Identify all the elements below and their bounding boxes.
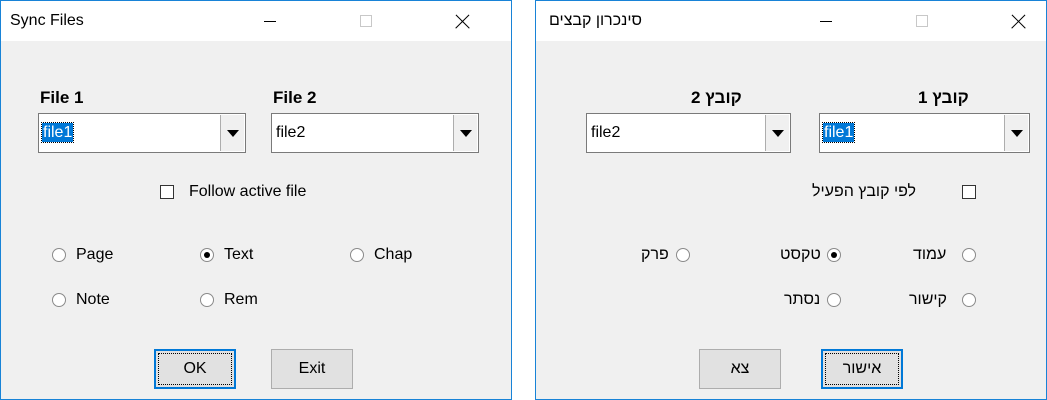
follow-active-checkbox[interactable] [962, 185, 976, 199]
radio-chap[interactable] [676, 248, 690, 262]
window-title: Sync Files [10, 12, 84, 29]
chevron-down-icon[interactable] [765, 115, 789, 151]
file1-value: file1 [821, 122, 856, 143]
file2-label: קובץ 2 [691, 88, 742, 107]
file1-combobox[interactable]: file1 [819, 113, 1030, 153]
chevron-down-icon[interactable] [220, 115, 244, 151]
radio-hidden[interactable] [827, 293, 841, 307]
exit-button[interactable]: צא [699, 349, 781, 389]
radio-chap-label: Chap [374, 246, 413, 263]
radio-rem[interactable] [200, 293, 214, 307]
file2-value: file2 [591, 124, 621, 141]
radio-text[interactable] [200, 248, 214, 262]
radio-note-label: Note [76, 291, 110, 308]
radio-note[interactable] [52, 293, 66, 307]
chevron-down-icon[interactable] [1004, 115, 1028, 151]
radio-chap-label: פרק [641, 246, 669, 263]
file2-value: file2 [276, 124, 306, 141]
radio-text[interactable] [827, 248, 841, 262]
radio-text-label: Text [224, 246, 254, 263]
radio-hidden-label: נסתר [784, 291, 821, 308]
minimize-icon[interactable] [803, 1, 849, 41]
minimize-icon[interactable] [247, 1, 293, 41]
radio-page-label: עמוד [913, 246, 947, 263]
file1-label: קובץ 1 [918, 88, 969, 107]
title-bar[interactable]: Sync Files [1, 1, 511, 41]
maximize-icon [343, 1, 389, 41]
ok-button[interactable]: OK [154, 349, 236, 389]
close-icon[interactable] [995, 1, 1041, 41]
file2-combobox[interactable]: file2 [586, 113, 791, 153]
sync-files-window-en: Sync Files File 1 File 2 file1 file2 Fol… [0, 0, 512, 400]
radio-link[interactable] [962, 293, 976, 307]
title-bar[interactable]: סינכרון קבצים [536, 1, 1046, 41]
radio-chap[interactable] [350, 248, 364, 262]
radio-page-label: Page [76, 246, 114, 263]
maximize-icon [899, 1, 945, 41]
file2-label: File 2 [273, 88, 317, 107]
file1-value: file1 [40, 122, 75, 143]
follow-active-label: לפי קובץ הפעיל [812, 183, 917, 200]
window-title: סינכרון קבצים [549, 12, 642, 29]
sync-files-window-he: סינכרון קבצים קובץ 2 קובץ 1 file2 file1 … [535, 0, 1047, 400]
file1-combobox[interactable]: file1 [38, 113, 246, 153]
file1-label: File 1 [40, 88, 84, 107]
chevron-down-icon[interactable] [453, 115, 477, 151]
follow-active-label: Follow active file [189, 183, 307, 200]
exit-button[interactable]: Exit [271, 349, 353, 389]
radio-link-label: קישור [909, 291, 947, 308]
radio-rem-label: Rem [224, 291, 258, 308]
radio-page[interactable] [52, 248, 66, 262]
file2-combobox[interactable]: file2 [271, 113, 479, 153]
close-icon[interactable] [439, 1, 485, 41]
radio-text-label: טקסט [780, 246, 821, 263]
follow-active-checkbox[interactable] [160, 185, 174, 199]
radio-page[interactable] [962, 248, 976, 262]
ok-button[interactable]: אישור [821, 349, 903, 389]
